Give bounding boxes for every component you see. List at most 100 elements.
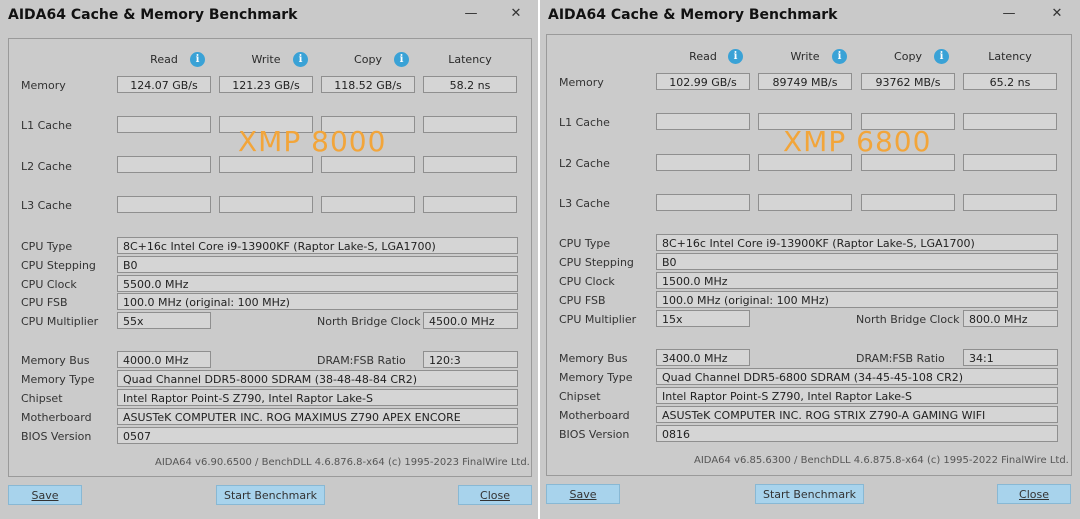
dram-fsb-ratio-value: 120:3 bbox=[423, 351, 518, 368]
memory-label: Memory bbox=[559, 76, 604, 89]
close-button[interactable]: Close bbox=[997, 484, 1071, 504]
north-bridge-clock-label: North Bridge Clock bbox=[856, 313, 960, 326]
l3-read-value bbox=[656, 194, 750, 211]
motherboard-label: Motherboard bbox=[559, 409, 630, 422]
copy-info-icon[interactable]: i bbox=[394, 52, 409, 67]
memory-read-value: 102.99 GB/s bbox=[656, 73, 750, 90]
bios-version-label: BIOS Version bbox=[559, 428, 630, 441]
cpu-type-label: CPU Type bbox=[21, 240, 73, 253]
cpu-stepping-label: CPU Stepping bbox=[21, 259, 96, 272]
l3-write-value bbox=[758, 194, 852, 211]
chipset-label: Chipset bbox=[21, 392, 63, 405]
l1-latency-value bbox=[423, 116, 517, 133]
north-bridge-clock-label: North Bridge Clock bbox=[317, 315, 421, 328]
dram-fsb-ratio-label: DRAM:FSB Ratio bbox=[317, 354, 406, 367]
cpu-type-value: 8C+16c Intel Core i9-13900KF (Raptor Lak… bbox=[117, 237, 518, 254]
dram-fsb-ratio-label: DRAM:FSB Ratio bbox=[856, 352, 945, 365]
cpu-stepping-label: CPU Stepping bbox=[559, 256, 634, 269]
cpu-fsb-label: CPU FSB bbox=[21, 296, 68, 309]
version-footer: AIDA64 v6.90.6500 / BenchDLL 4.6.876.8-x… bbox=[155, 457, 530, 468]
read-info-icon[interactable]: i bbox=[728, 49, 743, 64]
memory-type-value: Quad Channel DDR5-8000 SDRAM (38-48-48-8… bbox=[117, 370, 518, 387]
save-button[interactable]: Save bbox=[546, 484, 620, 504]
memory-bus-value: 4000.0 MHz bbox=[117, 351, 211, 368]
xmp-overlay-text: XMP 8000 bbox=[238, 125, 387, 158]
l3-copy-value bbox=[321, 196, 415, 213]
save-button-label: Save bbox=[569, 488, 597, 501]
cpu-multiplier-label: CPU Multiplier bbox=[21, 315, 99, 328]
bios-version-label: BIOS Version bbox=[21, 430, 92, 443]
start-benchmark-button[interactable]: Start Benchmark bbox=[216, 485, 325, 505]
minimize-icon[interactable]: — bbox=[462, 5, 480, 23]
chipset-label: Chipset bbox=[559, 390, 601, 403]
cpu-multiplier-value: 15x bbox=[656, 310, 750, 327]
cpu-stepping-value: B0 bbox=[656, 253, 1058, 270]
l2-read-value bbox=[117, 156, 211, 173]
start-benchmark-label: Start Benchmark bbox=[762, 488, 857, 501]
start-benchmark-button[interactable]: Start Benchmark bbox=[755, 484, 864, 504]
chipset-value: Intel Raptor Point-S Z790, Intel Raptor … bbox=[656, 387, 1058, 404]
memory-type-label: Memory Type bbox=[559, 371, 633, 384]
cpu-clock-value: 1500.0 MHz bbox=[656, 272, 1058, 289]
window-title: AIDA64 Cache & Memory Benchmark bbox=[8, 7, 298, 23]
cpu-clock-value: 5500.0 MHz bbox=[117, 275, 518, 292]
l2-latency-value bbox=[423, 156, 517, 173]
cpu-multiplier-label: CPU Multiplier bbox=[559, 313, 637, 326]
l1-read-value bbox=[117, 116, 211, 133]
l3-latency-value bbox=[423, 196, 517, 213]
l3-cache-label: L3 Cache bbox=[559, 197, 610, 210]
close-icon[interactable]: ✕ bbox=[1048, 5, 1066, 23]
l2-latency-value bbox=[963, 154, 1057, 171]
dram-fsb-ratio-value: 34:1 bbox=[963, 349, 1058, 366]
l1-latency-value bbox=[963, 113, 1057, 130]
l1-read-value bbox=[656, 113, 750, 130]
memory-copy-value: 118.52 GB/s bbox=[321, 76, 415, 93]
read-info-icon[interactable]: i bbox=[190, 52, 205, 67]
cpu-multiplier-value: 55x bbox=[117, 312, 211, 329]
close-button-label: Close bbox=[1019, 488, 1049, 501]
memory-type-value: Quad Channel DDR5-6800 SDRAM (34-45-45-1… bbox=[656, 368, 1058, 385]
l3-write-value bbox=[219, 196, 313, 213]
l3-latency-value bbox=[963, 194, 1057, 211]
bios-version-value: 0816 bbox=[656, 425, 1058, 442]
bios-version-value: 0507 bbox=[117, 427, 518, 444]
l2-cache-label: L2 Cache bbox=[559, 157, 610, 170]
motherboard-value: ASUSTeK COMPUTER INC. ROG STRIX Z790-A G… bbox=[656, 406, 1058, 423]
minimize-icon[interactable]: — bbox=[1000, 5, 1018, 23]
save-button-label: Save bbox=[31, 489, 59, 502]
l1-cache-label: L1 Cache bbox=[21, 119, 72, 132]
close-button-label: Close bbox=[480, 489, 510, 502]
motherboard-value: ASUSTeK COMPUTER INC. ROG MAXIMUS Z790 A… bbox=[117, 408, 518, 425]
cpu-clock-label: CPU Clock bbox=[21, 278, 77, 291]
l2-cache-label: L2 Cache bbox=[21, 160, 72, 173]
memory-type-label: Memory Type bbox=[21, 373, 95, 386]
memory-read-value: 124.07 GB/s bbox=[117, 76, 211, 93]
l3-copy-value bbox=[861, 194, 955, 211]
motherboard-label: Motherboard bbox=[21, 411, 92, 424]
cpu-stepping-value: B0 bbox=[117, 256, 518, 273]
l2-read-value bbox=[656, 154, 750, 171]
copy-info-icon[interactable]: i bbox=[934, 49, 949, 64]
save-button[interactable]: Save bbox=[8, 485, 82, 505]
benchmark-window-left: AIDA64 Cache & Memory Benchmark — ✕ Read… bbox=[0, 0, 538, 519]
memory-write-value: 89749 MB/s bbox=[758, 73, 852, 90]
memory-label: Memory bbox=[21, 79, 66, 92]
cpu-fsb-value: 100.0 MHz (original: 100 MHz) bbox=[117, 293, 518, 310]
start-benchmark-label: Start Benchmark bbox=[223, 489, 318, 502]
close-icon[interactable]: ✕ bbox=[507, 5, 525, 23]
write-info-icon[interactable]: i bbox=[832, 49, 847, 64]
l2-write-value bbox=[219, 156, 313, 173]
memory-write-value: 121.23 GB/s bbox=[219, 76, 313, 93]
write-info-icon[interactable]: i bbox=[293, 52, 308, 67]
cpu-fsb-label: CPU FSB bbox=[559, 294, 606, 307]
close-button[interactable]: Close bbox=[458, 485, 532, 505]
memory-latency-value: 65.2 ns bbox=[963, 73, 1057, 90]
chipset-value: Intel Raptor Point-S Z790, Intel Raptor … bbox=[117, 389, 518, 406]
cpu-fsb-value: 100.0 MHz (original: 100 MHz) bbox=[656, 291, 1058, 308]
l3-read-value bbox=[117, 196, 211, 213]
memory-latency-value: 58.2 ns bbox=[423, 76, 517, 93]
l3-cache-label: L3 Cache bbox=[21, 199, 72, 212]
memory-bus-label: Memory Bus bbox=[559, 352, 628, 365]
l1-cache-label: L1 Cache bbox=[559, 116, 610, 129]
memory-bus-value: 3400.0 MHz bbox=[656, 349, 750, 366]
